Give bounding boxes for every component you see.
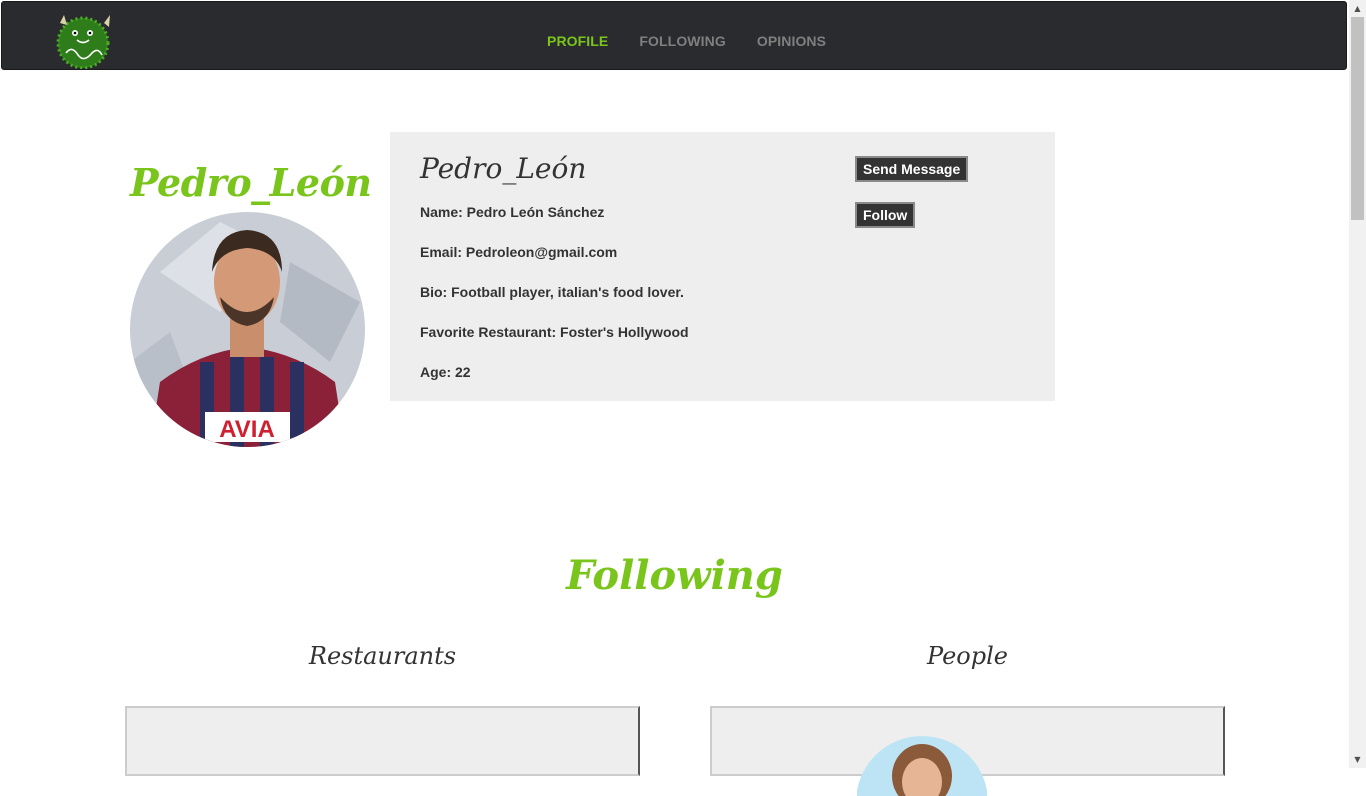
top-navbar: PROFILE FOLLOWING OPINIONS	[1, 1, 1347, 70]
people-card	[710, 706, 1225, 796]
profile-avatar: AVIA	[130, 212, 365, 447]
scroll-up-arrow-icon[interactable]: ▲	[1349, 0, 1366, 17]
scroll-thumb[interactable]	[1351, 17, 1364, 220]
bio-field: Bio: Football player, italian's food lov…	[420, 284, 684, 300]
email-field: Email: Pedroleon@gmail.com	[420, 244, 618, 260]
favorite-restaurant-field: Favorite Restaurant: Foster's Hollywood	[420, 324, 689, 340]
logo-monster-icon[interactable]	[52, 9, 116, 69]
svg-text:AVIA: AVIA	[219, 416, 275, 443]
restaurants-card	[125, 706, 640, 776]
send-message-button[interactable]: Send Message	[855, 156, 969, 182]
vertical-scrollbar[interactable]: ▲ ▼	[1349, 0, 1366, 768]
following-section-title: Following	[566, 552, 783, 599]
scroll-down-arrow-icon[interactable]: ▼	[1349, 751, 1366, 768]
age-field: Age: 22	[420, 364, 471, 380]
restaurants-heading: Restaurants	[308, 642, 457, 670]
profile-username-heading: Pedro_León	[130, 160, 372, 205]
people-heading: People	[927, 642, 1008, 670]
info-username: Pedro_León	[420, 152, 587, 185]
follow-button[interactable]: Follow	[855, 202, 916, 228]
profile-info-panel: Pedro_León Name: Pedro León Sánchez Emai…	[390, 132, 1055, 401]
nav-profile[interactable]: PROFILE	[547, 33, 608, 49]
followed-person-avatar[interactable]	[857, 736, 987, 796]
nav-following[interactable]: FOLLOWING	[639, 33, 725, 49]
nav-opinions[interactable]: OPINIONS	[757, 33, 826, 49]
name-field: Name: Pedro León Sánchez	[420, 204, 605, 220]
